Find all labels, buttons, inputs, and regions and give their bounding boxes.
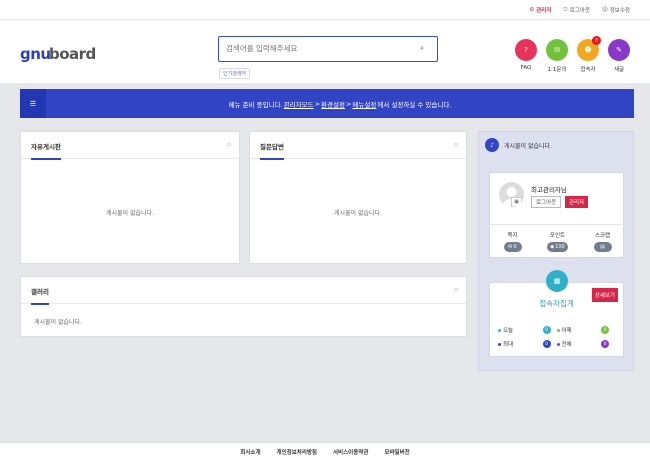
popular-keywords-button[interactable]: 인기검색어 bbox=[219, 68, 251, 79]
scrap-icon: ▤ bbox=[600, 244, 605, 250]
visitor-max: 최대 0 bbox=[498, 340, 557, 348]
qa-board-panel: 질문답변 ▫ 게시물이 없습니다. bbox=[249, 131, 467, 264]
dot-icon bbox=[556, 328, 560, 332]
search-icon: ⌕ bbox=[420, 44, 424, 52]
avatar[interactable]: ▣ bbox=[499, 182, 524, 207]
footer-link-mobile[interactable]: 모바일버전 bbox=[384, 448, 409, 456]
menu-config-link[interactable]: 메뉴설정 bbox=[352, 99, 376, 109]
free-board-title[interactable]: 자유게시판 bbox=[31, 141, 61, 160]
profile-logout-button[interactable]: 로그아웃 bbox=[531, 196, 562, 208]
point-icon: ◆ bbox=[550, 244, 555, 250]
stat-scrap[interactable]: 스크랩 ▤ bbox=[580, 225, 625, 257]
search-input[interactable] bbox=[219, 37, 404, 60]
config-link[interactable]: 환경설정 bbox=[321, 99, 345, 109]
hamburger-menu-button[interactable]: ☰ bbox=[20, 89, 46, 118]
empty-message: 게시물이 없습니다. bbox=[334, 210, 382, 217]
footer-link-privacy[interactable]: 개인정보처리방침 bbox=[277, 448, 317, 456]
bell-icon: ♪ bbox=[485, 138, 499, 152]
site-logo[interactable]: gnu board bbox=[20, 39, 100, 67]
quick-qa[interactable]: ✉ 1:1문의 bbox=[545, 39, 569, 73]
search-button[interactable]: ⌕ bbox=[407, 37, 437, 60]
footer-link-terms[interactable]: 서비스이용약관 bbox=[333, 448, 368, 456]
sidebar-notice: ♪ 게시물이 없습니다. bbox=[485, 138, 552, 152]
profile-edit-link[interactable]: ☺ 정보수정 bbox=[602, 6, 630, 14]
profile-stats: 쪽지 ✉ 0 포인트 ◆ 100 스크랩 ▤ bbox=[490, 224, 625, 257]
more-icon[interactable]: ▫ bbox=[227, 141, 231, 148]
more-icon[interactable]: ▫ bbox=[454, 141, 458, 148]
svg-text:gnu: gnu bbox=[20, 45, 51, 63]
gallery-panel: 갤러리 ▫ 게시물이 없습니다. bbox=[20, 276, 467, 337]
profile-box: ▣ 최고관리자님 로그아웃 관리자 쪽지 ✉ 0 포인트 ◆ 100 스크랩 ▤ bbox=[489, 172, 625, 258]
visitor-chart-icon: ▦ bbox=[546, 270, 568, 292]
dot-icon bbox=[498, 342, 501, 346]
faq-icon: ? bbox=[515, 39, 537, 61]
logout-link[interactable]: ⎋ 로그아웃 bbox=[563, 6, 590, 15]
qa-board-title[interactable]: 질문답변 bbox=[260, 141, 284, 160]
visitor-detail-button[interactable]: 상세보기 bbox=[591, 288, 618, 302]
visitor-stats-box: ▦ 접속자집계 상세보기 오늘 0 어제 0 최대 0 전체 0 bbox=[489, 270, 624, 357]
stat-point[interactable]: 포인트 ◆ 100 bbox=[535, 225, 580, 257]
visitor-count-badge: 0 bbox=[592, 36, 601, 45]
users-icon: ☻ 0 bbox=[577, 36, 601, 61]
camera-icon[interactable]: ▣ bbox=[511, 197, 522, 207]
stat-memo[interactable]: 쪽지 ✉ 0 bbox=[490, 225, 535, 257]
search-box: ⌕ bbox=[218, 36, 438, 62]
svg-text:board: board bbox=[49, 45, 96, 63]
memo-icon: ✉ bbox=[508, 244, 513, 250]
visitor-today: 오늘 0 bbox=[498, 326, 557, 334]
gallery-title[interactable]: 갤러리 bbox=[31, 286, 49, 305]
top-utility-bar: ⚙ 관리자 ⎋ 로그아웃 ☺ 정보수정 bbox=[0, 0, 650, 20]
user-icon: ☺ bbox=[602, 7, 608, 13]
empty-message: 게시물이 없습니다. bbox=[106, 210, 154, 217]
question-icon: ✉ bbox=[546, 39, 568, 61]
menu-notice-bar: ☰ 메뉴 준비 중입니다. 관리자모드 > 환경설정 > 메뉴설정 에서 설정하… bbox=[20, 89, 634, 118]
more-icon[interactable]: ▫ bbox=[454, 286, 458, 293]
profile-admin-button[interactable]: 관리자 bbox=[565, 196, 589, 208]
quick-faq[interactable]: ? FAQ bbox=[514, 39, 538, 73]
sidebar: ♪ 게시물이 없습니다. ▣ 최고관리자님 로그아웃 관리자 쪽지 ✉ 0 포인트… bbox=[478, 131, 634, 371]
profile-name: 최고관리자님 bbox=[531, 186, 567, 194]
empty-message: 게시물이 없습니다. bbox=[34, 319, 82, 326]
header: gnu board ⌕ 인기검색어 ? FAQ ✉ 1:1문의 ☻0 접속자 ✎… bbox=[0, 20, 650, 83]
dot-icon bbox=[498, 328, 501, 332]
free-board-panel: 자유게시판 ▫ 게시물이 없습니다. bbox=[20, 131, 240, 264]
footer: 회사소개 개인정보처리방침 서비스이용약관 모바일버전 bbox=[0, 442, 650, 461]
visitor-yesterday: 어제 0 bbox=[556, 326, 616, 334]
visitor-total: 전체 0 bbox=[556, 340, 616, 348]
quick-new-posts[interactable]: ✎ 새글 bbox=[607, 39, 631, 73]
quick-menu: ? FAQ ✉ 1:1문의 ☻ 0 접속자 ✎ 새글 bbox=[514, 36, 631, 73]
dot-icon bbox=[556, 342, 560, 346]
gear-icon: ⚙ bbox=[529, 7, 535, 13]
footer-link-company[interactable]: 회사소개 bbox=[240, 448, 260, 456]
new-post-icon: ✎ bbox=[608, 39, 630, 61]
admin-mode-link[interactable]: 관리자모드 bbox=[284, 99, 314, 109]
notice-text: 메뉴 준비 중입니다. 관리자모드 > 환경설정 > 메뉴설정 에서 설정하실 … bbox=[228, 99, 452, 109]
admin-link[interactable]: ⚙ 관리자 bbox=[529, 6, 551, 14]
menu-icon: ☰ bbox=[29, 99, 37, 108]
quick-visitors[interactable]: ☻ 0 접속자 bbox=[576, 36, 601, 73]
logout-icon: ⎋ bbox=[563, 6, 568, 13]
